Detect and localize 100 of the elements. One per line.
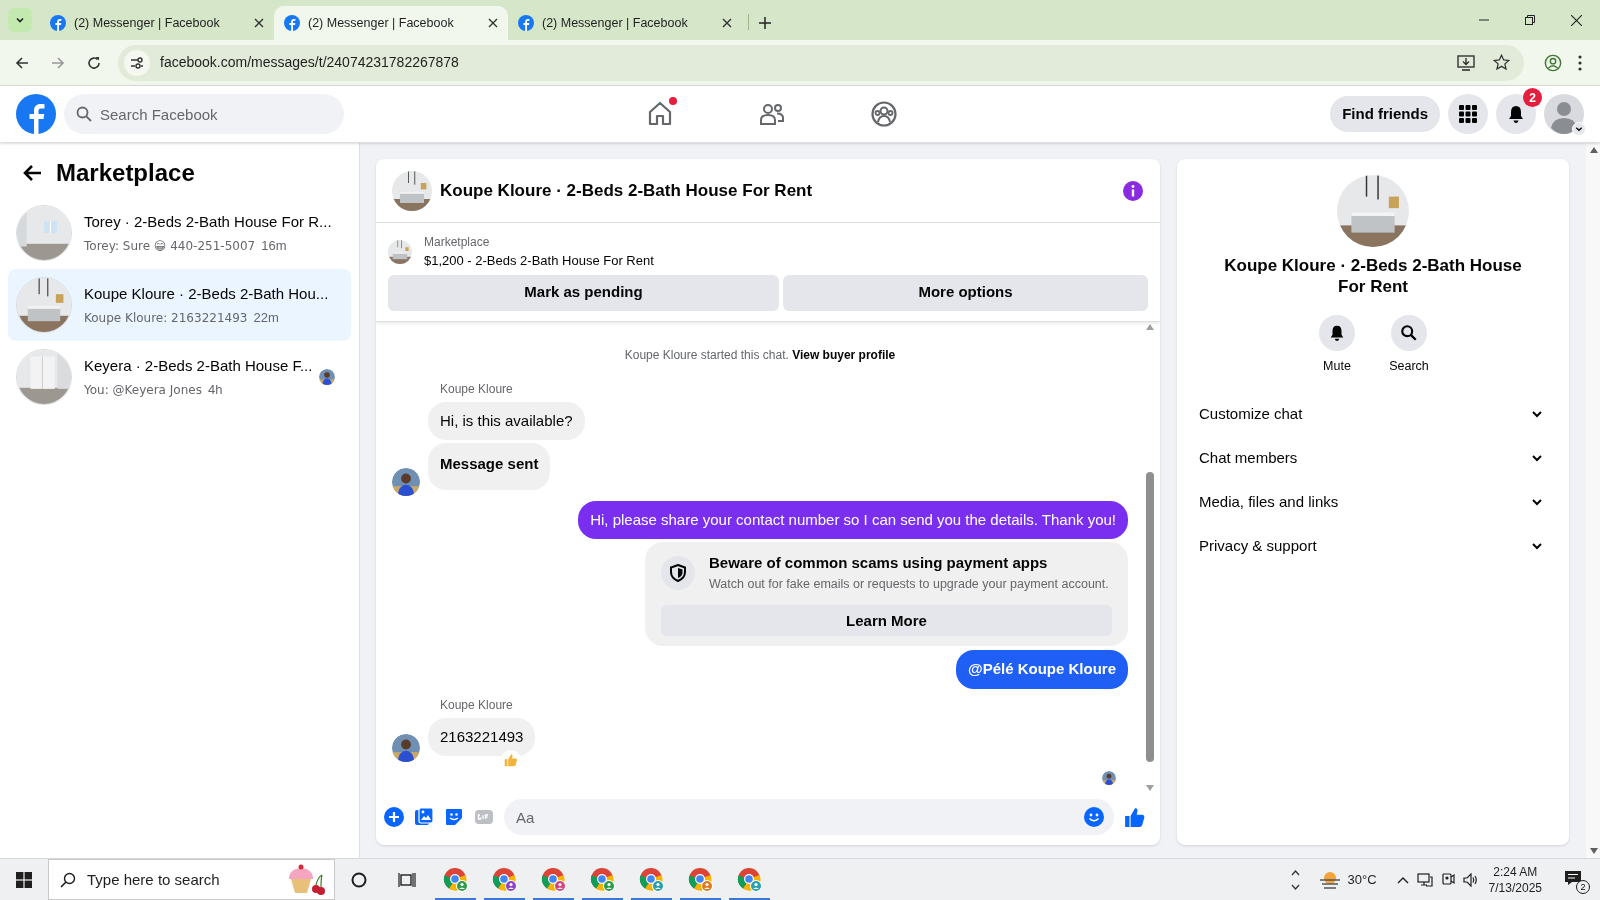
scroll-down-icon[interactable] xyxy=(1590,848,1598,854)
timestamp: 4h xyxy=(207,381,223,399)
browser-icon[interactable] xyxy=(638,866,665,893)
timestamp: 22m xyxy=(253,309,279,327)
buyer-profile-link[interactable]: View buyer profile xyxy=(792,347,896,362)
profile-icon[interactable] xyxy=(1544,53,1562,72)
message-preview: Koupe Kloure: 2163221493 xyxy=(84,309,248,327)
scrollbar-thumb[interactable] xyxy=(1146,471,1154,762)
search-field[interactable]: Search Facebook xyxy=(64,94,344,134)
reload-icon[interactable] xyxy=(86,54,102,71)
scroll-up-icon[interactable] xyxy=(1146,323,1154,330)
like-icon[interactable] xyxy=(1124,806,1146,828)
back-icon[interactable] xyxy=(14,54,30,71)
learn-more-button[interactable]: Learn More xyxy=(661,605,1112,637)
new-tab-icon[interactable] xyxy=(759,17,771,29)
browser-tab[interactable]: (2) Messenger | Facebook xyxy=(40,6,274,40)
chevron-up-icon[interactable] xyxy=(1396,875,1409,884)
tab-search-button[interactable] xyxy=(8,8,32,32)
facebook-icon xyxy=(50,15,66,31)
section-item[interactable]: Media, files and links xyxy=(1193,479,1553,524)
more-options-button[interactable]: More options xyxy=(783,274,1148,311)
browser-tab[interactable]: (2) Messenger | Facebook xyxy=(274,6,508,40)
menu-button[interactable] xyxy=(1448,94,1488,134)
close-icon[interactable] xyxy=(1571,14,1582,26)
browser-tab[interactable]: (2) Messenger | Facebook xyxy=(508,6,742,40)
message-preview: You: @Keyera Jones xyxy=(84,381,202,399)
network-icon[interactable] xyxy=(1416,872,1433,887)
address-bar[interactable]: facebook.com/messages/t/24074231782267878 xyxy=(118,44,1524,81)
sidebar-title: Marketplace xyxy=(56,158,195,188)
message-bubble: Hi, please share your contact number so I can send you the details. Thank you! xyxy=(578,500,1128,539)
clock-date: 7/13/2025 xyxy=(1488,879,1542,896)
chevron-down-icon[interactable] xyxy=(1290,883,1300,890)
groups-icon[interactable] xyxy=(870,100,899,128)
search-button[interactable] xyxy=(1391,315,1427,351)
conversation-item[interactable]: Torey · 2-Beds 2-Bath House For R... Torey: Sure 😁 440-251-5007 16m xyxy=(8,197,351,269)
browser-icon[interactable] xyxy=(540,866,567,893)
star-icon[interactable] xyxy=(1493,54,1510,71)
browser-icon[interactable] xyxy=(687,866,714,893)
browser-icon[interactable] xyxy=(442,866,469,893)
chat-title: Koupe Kloure · 2-Beds 2-Bath House For Rent xyxy=(440,179,814,202)
account-avatar[interactable] xyxy=(1544,94,1584,134)
action-label: Mute xyxy=(1323,358,1351,375)
close-icon[interactable] xyxy=(488,18,498,28)
cortana-icon[interactable] xyxy=(351,871,367,888)
restore-icon[interactable] xyxy=(1525,15,1535,25)
chevron-up-icon[interactable] xyxy=(1290,869,1300,876)
task-view-icon[interactable] xyxy=(398,871,416,888)
mark-pending-button[interactable]: Mark as pending xyxy=(388,274,779,311)
conversation-title: Koupe Kloure · 2-Beds 2-Bath Hou... xyxy=(84,283,330,304)
chevron-down-icon xyxy=(1575,125,1583,133)
install-app-icon[interactable] xyxy=(1457,54,1475,71)
volume-icon[interactable] xyxy=(1462,872,1479,887)
search-icon xyxy=(1400,324,1418,342)
emoji-icon[interactable] xyxy=(1084,807,1104,827)
more-icon[interactable] xyxy=(1578,54,1582,71)
reaction-thumbs-up-icon[interactable] xyxy=(504,753,519,768)
notification-count: 2 xyxy=(1576,879,1590,894)
windows-icon[interactable] xyxy=(16,871,32,888)
listing-label: Marketplace xyxy=(424,234,491,251)
facebook-icon xyxy=(518,15,534,31)
browser-icon[interactable] xyxy=(736,866,763,893)
browser-icon[interactable] xyxy=(491,866,518,893)
section-item[interactable]: Privacy & support xyxy=(1193,523,1553,568)
conversation-name: Koupe Kloure · 2-Beds 2-Bath House For Rent xyxy=(1223,255,1523,297)
action-label: Search xyxy=(1389,358,1429,375)
back-arrow-icon[interactable] xyxy=(22,164,42,182)
message-bubble: 2163221493 xyxy=(428,717,536,757)
site-settings-icon[interactable] xyxy=(130,55,144,70)
scroll-down-icon[interactable] xyxy=(1146,785,1154,791)
notification-center-icon[interactable] xyxy=(1564,869,1582,886)
scroll-up-icon[interactable] xyxy=(1590,147,1598,153)
notice-title: Beware of common scams using payment apps xyxy=(709,553,1049,573)
photo-icon[interactable] xyxy=(414,807,434,827)
message-input[interactable]: Aa xyxy=(504,799,1114,835)
taskbar-search-field[interactable]: Type here to search xyxy=(48,859,335,900)
close-icon[interactable] xyxy=(722,18,732,28)
find-friends-button[interactable]: Find friends xyxy=(1330,96,1440,132)
notifications-button[interactable] xyxy=(1496,94,1536,134)
message-preview: Torey: Sure 😁 440-251-5007 xyxy=(84,237,256,255)
mute-button[interactable] xyxy=(1319,315,1355,351)
info-icon[interactable] xyxy=(1122,179,1144,202)
facebook-logo[interactable] xyxy=(16,94,56,134)
plus-icon[interactable] xyxy=(384,807,404,827)
sticker-icon[interactable] xyxy=(444,807,464,827)
section-item[interactable]: Customize chat xyxy=(1193,391,1553,436)
close-icon[interactable] xyxy=(254,18,264,28)
conversation-item[interactable]: Keyera · 2-Beds 2-Bath House F... You: @Keyera Jones 4h xyxy=(8,341,351,413)
search-icon xyxy=(76,106,92,122)
camera-icon[interactable] xyxy=(1440,872,1455,887)
bell-icon xyxy=(1328,324,1346,342)
listing-title: $1,200 - 2-Beds 2-Bath House For Rent xyxy=(424,252,654,270)
sender-name: Koupe Kloure xyxy=(440,380,514,398)
browser-icon[interactable] xyxy=(589,866,616,893)
search-icon xyxy=(60,872,76,888)
conversation-item[interactable]: Koupe Kloure · 2-Beds 2-Bath Hou... Koupe Kloure: 2163221493 22m xyxy=(8,269,351,341)
forward-icon[interactable] xyxy=(50,54,66,71)
weather-icon[interactable] xyxy=(1317,869,1342,890)
notice-text: Watch out for fake emails or requests to upgrade your payment account. xyxy=(709,575,1109,593)
section-item[interactable]: Chat members xyxy=(1193,435,1553,480)
notification-badge: 2 xyxy=(1523,88,1542,107)
